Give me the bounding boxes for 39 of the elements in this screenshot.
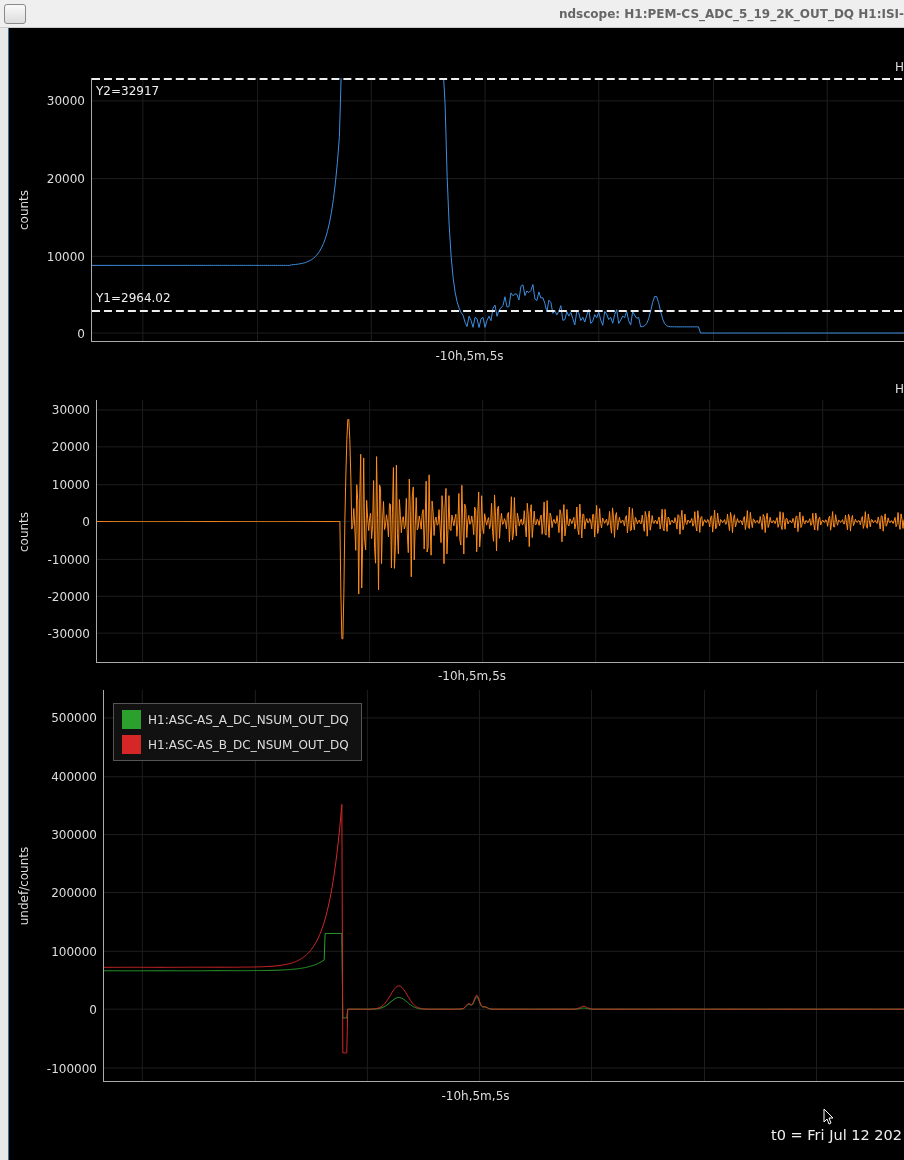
y-axis-label: counts [17, 189, 31, 231]
y-tick-label: 30000 [51, 403, 90, 417]
y-tick-label: -30000 [47, 627, 90, 641]
y-tick-label: 0 [82, 515, 90, 529]
cursor-line[interactable] [92, 78, 904, 80]
y-tick-label: 500000 [51, 711, 97, 725]
y-tick-label: 20000 [46, 172, 85, 186]
y-tick-label: 400000 [51, 770, 97, 784]
cursor-label: Y2=32917 [96, 84, 160, 98]
cursor-label: Y1=2964.02 [96, 291, 171, 305]
plot-area[interactable]: Y2=32917 Y1=2964.02 [91, 78, 904, 342]
y-tick-label: -20000 [47, 590, 90, 604]
cursor-line[interactable] [92, 310, 904, 313]
y-tick-label: 20000 [51, 440, 90, 454]
y-axis-label: undef/counts [17, 846, 31, 926]
y-tick-label: 100000 [51, 945, 97, 959]
window-menu-button[interactable] [4, 3, 26, 24]
y-tick-label: 10000 [46, 250, 85, 264]
y-tick-label: 200000 [51, 886, 97, 900]
x-axis-label: -10h,5m,5s [441, 1089, 510, 1103]
y-tick-label: -10000 [47, 553, 90, 567]
y-tick-label: 0 [89, 1003, 97, 1017]
legend-label: H1:ASC-AS_B_DC_NSUM_OUT_DQ [148, 737, 349, 752]
x-axis-label: -10h,5m,5s [437, 668, 506, 683]
y-tick-label: 0 [77, 327, 85, 341]
y-axis-label: counts [17, 511, 31, 552]
mouse-pointer-icon [823, 1108, 834, 1125]
legend-label: H1:ASC-AS_A_DC_NSUM_OUT_DQ [148, 712, 349, 727]
y-tick-label: 300000 [51, 828, 97, 842]
plot-title: H [894, 382, 904, 398]
plot-area[interactable] [96, 400, 904, 663]
window-title: ndscope: H1:PEM-CS_ADC_5_19_2K_OUT_DQ H1:ISI- [558, 6, 904, 21]
y-tick-label: 30000 [46, 94, 85, 108]
plot-area[interactable]: H1:ASC-AS_A_DC_NSUM_OUT_DQ H1:ASC-AS_B_DC_NSUM_OUT_DQ [103, 690, 904, 1082]
y-tick-label: 10000 [51, 478, 90, 492]
x-axis-label: -10h,5m,5s [435, 349, 504, 363]
plot-title: H [894, 60, 904, 76]
y-tick-label: -100000 [46, 1062, 97, 1076]
t0-label: t0 = Fri Jul 12 202 [771, 1127, 902, 1143]
